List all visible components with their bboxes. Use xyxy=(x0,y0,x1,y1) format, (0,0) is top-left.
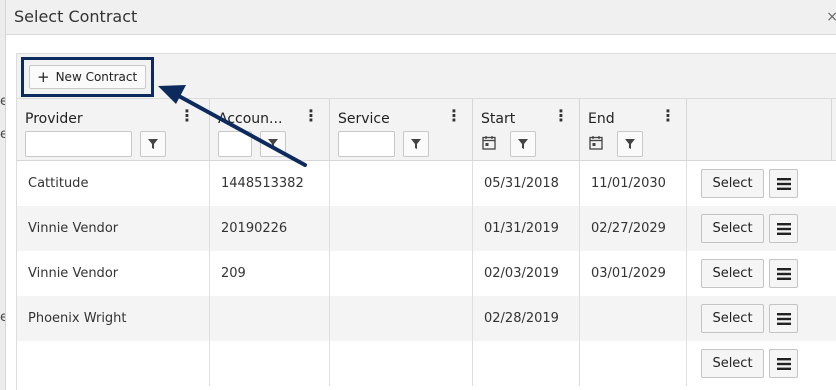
end-cell: 02/27/2029 xyxy=(580,206,687,251)
start-cell: 02/03/2019 xyxy=(473,251,580,296)
dialog-titlebar: Select Contract × xyxy=(6,0,836,35)
service-cell xyxy=(330,206,473,251)
service-filter-input[interactable] xyxy=(338,131,395,157)
column-menu-icon[interactable]: ⋮ xyxy=(553,108,569,124)
account-cell: 20190226 xyxy=(210,206,330,251)
column-label: Provider xyxy=(25,111,83,127)
calendar-icon[interactable] xyxy=(588,133,604,151)
contracts-grid: Provider ⋮ Accoun... ⋮ Service ⋮ Start ⋮… xyxy=(16,99,836,390)
select-button[interactable]: Select xyxy=(701,169,764,198)
filter-icon[interactable] xyxy=(260,131,286,157)
column-header-start: Start ⋮ xyxy=(473,99,580,161)
end-cell xyxy=(580,296,687,341)
filter-icon[interactable] xyxy=(403,131,429,157)
column-menu-icon[interactable]: ⋮ xyxy=(179,108,195,124)
column-header-provider: Provider ⋮ xyxy=(17,99,210,161)
plus-icon: + xyxy=(37,67,50,86)
select-button[interactable]: Select xyxy=(701,304,764,333)
column-header-service: Service ⋮ xyxy=(330,99,473,161)
column-menu-icon[interactable]: ⋮ xyxy=(660,108,676,124)
provider-cell: Phoenix Wright xyxy=(17,296,210,341)
row-menu-button[interactable] xyxy=(769,349,798,378)
hamburger-icon xyxy=(776,312,791,325)
column-header-account: Accoun... ⋮ xyxy=(210,99,330,161)
end-cell: 11/01/2030 xyxy=(580,161,687,206)
table-row: Vinnie Vendor 209 02/03/2019 03/01/2029 … xyxy=(17,251,836,296)
start-cell: 02/28/2019 xyxy=(473,296,580,341)
filter-icon[interactable] xyxy=(510,131,536,157)
column-label: Service xyxy=(338,111,390,127)
table-row: Phoenix Wright 02/28/2019 Select xyxy=(17,296,836,341)
column-menu-icon[interactable]: ⋮ xyxy=(446,108,462,124)
provider-cell: Vinnie Vendor xyxy=(17,206,210,251)
service-cell xyxy=(330,341,473,386)
row-menu-button[interactable] xyxy=(769,259,798,288)
column-menu-icon[interactable]: ⋮ xyxy=(303,108,319,124)
select-button[interactable]: Select xyxy=(701,349,764,378)
annotation-highlight-box: + New Contract xyxy=(21,57,154,97)
dialog-toolbar: + New Contract xyxy=(16,53,836,99)
column-label: Start xyxy=(481,111,516,127)
select-button[interactable]: Select xyxy=(701,214,764,243)
row-menu-button[interactable] xyxy=(769,169,798,198)
provider-cell: Cattitude xyxy=(17,161,210,206)
table-row: Cattitude 1448513382 05/31/2018 11/01/20… xyxy=(17,161,836,206)
provider-filter-input[interactable] xyxy=(25,131,132,157)
hamburger-icon xyxy=(776,267,791,280)
hamburger-icon xyxy=(776,357,791,370)
provider-cell xyxy=(17,341,210,386)
filter-icon[interactable] xyxy=(140,131,166,157)
service-cell xyxy=(330,296,473,341)
close-icon[interactable]: × xyxy=(826,9,836,25)
column-header-actions xyxy=(687,99,832,161)
start-cell: 05/31/2018 xyxy=(473,161,580,206)
account-cell: 209 xyxy=(210,251,330,296)
service-cell xyxy=(330,161,473,206)
row-menu-button[interactable] xyxy=(769,304,798,333)
filter-icon[interactable] xyxy=(617,131,643,157)
calendar-icon[interactable] xyxy=(481,133,497,151)
select-button[interactable]: Select xyxy=(701,259,764,288)
start-cell: 01/31/2019 xyxy=(473,206,580,251)
grid-header: Provider ⋮ Accoun... ⋮ Service ⋮ Start ⋮… xyxy=(17,99,836,161)
end-cell xyxy=(580,341,687,386)
row-menu-button[interactable] xyxy=(769,214,798,243)
select-contract-dialog: Select Contract × + New Contract Provide… xyxy=(5,0,836,390)
account-cell xyxy=(210,341,330,386)
column-label: Accoun... xyxy=(218,111,283,127)
account-filter-input[interactable] xyxy=(218,131,252,157)
table-row: Select xyxy=(17,341,836,386)
table-row: Vinnie Vendor 20190226 01/31/2019 02/27/… xyxy=(17,206,836,251)
account-cell xyxy=(210,296,330,341)
column-label: End xyxy=(588,111,615,127)
new-contract-button[interactable]: + New Contract xyxy=(29,65,146,89)
service-cell xyxy=(330,251,473,296)
end-cell: 03/01/2029 xyxy=(580,251,687,296)
start-cell xyxy=(473,341,580,386)
hamburger-icon xyxy=(776,222,791,235)
column-header-end: End ⋮ xyxy=(580,99,687,161)
dialog-title: Select Contract xyxy=(14,7,138,26)
hamburger-icon xyxy=(776,177,791,190)
provider-cell: Vinnie Vendor xyxy=(17,251,210,296)
new-contract-label: New Contract xyxy=(55,70,138,84)
account-cell: 1448513382 xyxy=(210,161,330,206)
